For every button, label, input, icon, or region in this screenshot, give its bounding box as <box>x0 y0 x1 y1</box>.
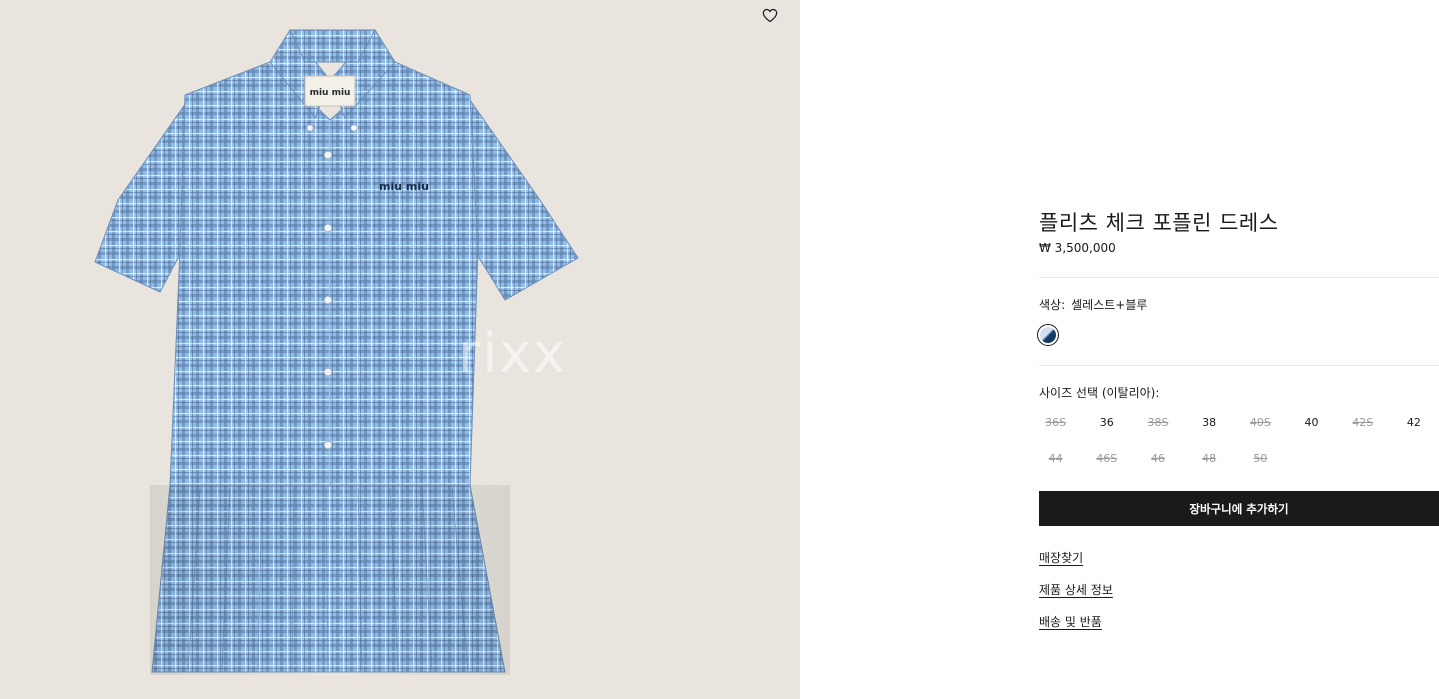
product-title: 플리츠 체크 포플린 드레스 <box>1039 211 1279 235</box>
size-select-label: 사이즈 선택 (이탈리아): <box>1039 386 1160 400</box>
chest-logo-text: miu miu <box>379 180 429 193</box>
color-label: 색상: <box>1039 298 1066 312</box>
product-info-panel: 플리츠 체크 포플린 드레스 ₩ 3,500,000 색상: 셀레스트+블루 사이… <box>1037 0 1439 699</box>
collar-label-text: miu miu <box>310 88 351 98</box>
divider <box>1039 277 1439 278</box>
watermark-text: rixx <box>458 322 568 385</box>
add-to-cart-button[interactable]: 장바구니에 추가하기 <box>1039 491 1439 526</box>
product-price: ₩ 3,500,000 <box>1039 241 1116 255</box>
color-info: 색상: 셀레스트+블루 <box>1039 296 1147 313</box>
find-store-link[interactable]: 매장찾기 <box>1039 549 1083 566</box>
color-swatch-fill <box>1040 327 1056 343</box>
size-options: 36S 36 38S 38 40S 40 42S 42 44 46S 46 48… <box>1039 412 1439 470</box>
divider <box>1039 365 1439 366</box>
product-image-gallery: miu miu miu miu rixx <box>0 0 800 699</box>
size-option[interactable]: 50 <box>1226 448 1295 470</box>
size-option[interactable]: 42 <box>1379 412 1439 434</box>
heart-outline-icon <box>762 8 778 22</box>
shipping-returns-link[interactable]: 배송 및 반품 <box>1039 613 1102 630</box>
product-details-link[interactable]: 제품 상세 정보 <box>1039 581 1113 598</box>
color-value: 셀레스트+블루 <box>1071 298 1148 312</box>
color-swatch-celeste-blue[interactable] <box>1037 324 1059 346</box>
wishlist-button[interactable] <box>760 5 780 25</box>
product-image[interactable]: miu miu miu miu <box>0 0 800 699</box>
